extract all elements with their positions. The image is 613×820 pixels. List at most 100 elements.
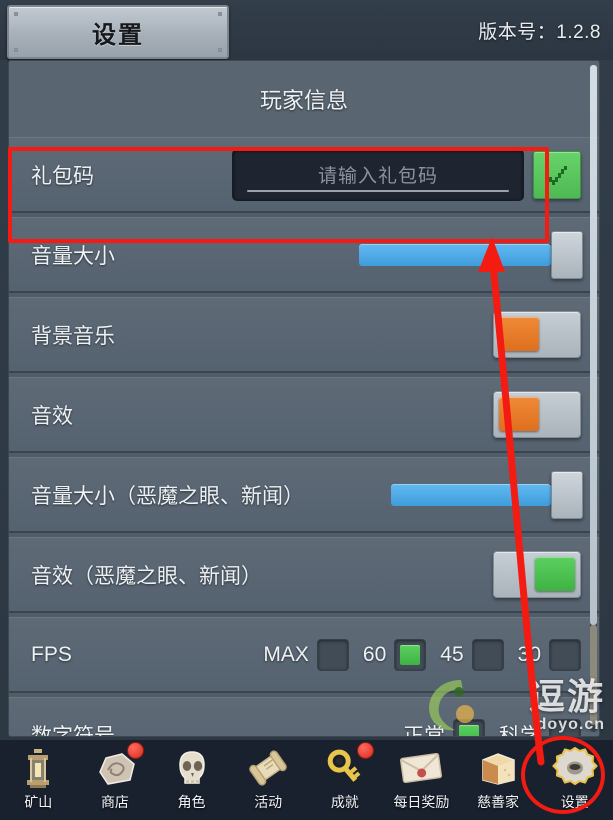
- nav-item-philanthropist[interactable]: 慈善家: [460, 740, 537, 820]
- fps-option-label: 30: [517, 642, 541, 666]
- fps-option-label: MAX: [263, 642, 309, 666]
- gift-code-confirm-button[interactable]: [533, 150, 581, 199]
- settings-screen: 设置 版本号：1.2.8 玩家信息 礼包码 请输入礼包码 音量大小 背景音乐 音…: [0, 0, 613, 820]
- bgm-toggle[interactable]: [493, 311, 581, 358]
- fps-checkbox-60[interactable]: [394, 638, 427, 671]
- lantern-icon: [13, 744, 63, 792]
- key-icon: [320, 744, 370, 792]
- slider-fill: [359, 243, 551, 266]
- toggle-knob: [499, 397, 539, 431]
- tab-settings[interactable]: 设置: [7, 5, 229, 59]
- row-label-fps: FPS: [31, 642, 72, 666]
- row-label-bgm: 背景音乐: [31, 324, 115, 348]
- check-mark-icon: [400, 644, 421, 665]
- slider-handle[interactable]: [551, 470, 583, 519]
- nav-item-mine[interactable]: 矿山: [0, 740, 77, 820]
- rivet-icon: [14, 12, 18, 16]
- row-control-bgm: [493, 311, 581, 358]
- volume-slider[interactable]: [359, 230, 583, 279]
- bread-icon: [473, 744, 523, 792]
- nav-label-shop: 商店: [100, 794, 129, 810]
- slider-handle[interactable]: [551, 230, 583, 279]
- nav-label-activity: 活动: [254, 794, 283, 810]
- sfx-toggle[interactable]: [493, 391, 581, 438]
- fps-option-30[interactable]: 30: [517, 638, 581, 671]
- nav-item-character[interactable]: 角色: [153, 740, 230, 820]
- fps-checkbox-max[interactable]: [316, 638, 349, 671]
- fps-checkbox-45[interactable]: [471, 638, 504, 671]
- bottom-nav: 矿山 商店 角色 活动 成就 每日奖励 慈善家 设置: [0, 740, 613, 820]
- nav-label-daily-reward: 每日奖励: [393, 794, 450, 810]
- toggle-knob: [535, 557, 575, 591]
- row-label-sfx: 音效: [31, 404, 73, 428]
- nav-label-character: 角色: [177, 794, 206, 810]
- version-text: 版本号：1.2.8: [478, 22, 601, 43]
- row-label-volume-demon-eye-news: 音量大小（恶魔之眼、新闻）: [31, 484, 304, 508]
- nav-item-activity[interactable]: 活动: [230, 740, 307, 820]
- nav-item-shop[interactable]: 商店: [77, 740, 154, 820]
- skull-icon: [167, 744, 217, 792]
- row-control-volume: [359, 230, 583, 279]
- sfx-demon-eye-news-toggle[interactable]: [493, 551, 581, 598]
- row-control-sfx: [493, 391, 581, 438]
- rock-icon: [90, 744, 140, 792]
- nav-item-settings[interactable]: 设置: [536, 740, 613, 820]
- row-label-number-format: 数字符号: [31, 724, 115, 737]
- check-icon: [546, 165, 567, 185]
- number-format-option-label: 科学: [499, 724, 541, 737]
- gift-code-placeholder: 请输入礼包码: [317, 166, 438, 187]
- toggle-knob: [499, 317, 539, 351]
- fps-option-label: 45: [440, 642, 464, 666]
- number-format-checkbox-normal[interactable]: [453, 718, 485, 736]
- row-volume-demon-eye-news[interactable]: 音量大小（恶魔之眼、新闻）: [9, 457, 599, 533]
- number-format-option-normal[interactable]: 正常: [403, 718, 485, 737]
- settings-rows: 礼包码 请输入礼包码 音量大小 背景音乐 音效 音量大小（恶魔之眼、新闻） 音效…: [9, 137, 599, 737]
- slider-fill: [391, 483, 551, 506]
- gift-code-input[interactable]: 请输入礼包码: [232, 148, 524, 201]
- row-control-fps: MAX 60 45 30: [263, 638, 581, 671]
- fps-option-max[interactable]: MAX: [263, 638, 349, 671]
- number-format-option-scientific[interactable]: 科学: [499, 718, 581, 737]
- input-underline: [247, 189, 509, 192]
- fps-option-45[interactable]: 45: [440, 638, 504, 671]
- row-sfx-demon-eye-news[interactable]: 音效（恶魔之眼、新闻）: [9, 537, 599, 613]
- settings-panel: 玩家信息 礼包码 请输入礼包码 音量大小 背景音乐 音效 音量大小（恶魔之眼、新…: [8, 60, 600, 737]
- fps-checkbox-30[interactable]: [549, 638, 581, 671]
- number-format-checkbox-scientific[interactable]: [549, 718, 581, 736]
- row-control-sfx-demon-eye-news: [493, 551, 581, 598]
- scrollbar-thumb[interactable]: [590, 65, 597, 625]
- row-control-volume-demon-eye-news: [391, 470, 583, 519]
- gear-icon: [550, 744, 600, 792]
- check-mark-icon: [459, 724, 479, 736]
- rivet-icon: [218, 48, 222, 52]
- number-format-option-label: 正常: [403, 724, 445, 737]
- row-sfx[interactable]: 音效: [9, 377, 599, 453]
- scroll-icon: [243, 744, 293, 792]
- row-fps[interactable]: FPS MAX 60 45 30: [9, 617, 599, 693]
- row-control-gift-code: 请输入礼包码: [232, 148, 581, 201]
- row-label-gift-code: 礼包码: [31, 164, 94, 188]
- nav-label-philanthropist: 慈善家: [477, 794, 520, 810]
- row-control-number-format: 正常 科学: [403, 718, 581, 737]
- nav-item-daily-reward[interactable]: 每日奖励: [383, 740, 460, 820]
- panel-scrollbar[interactable]: [590, 65, 597, 732]
- row-label-sfx-demon-eye-news: 音效（恶魔之眼、新闻）: [31, 564, 262, 588]
- nav-label-mine: 矿山: [24, 794, 53, 810]
- fps-option-label: 60: [362, 642, 387, 666]
- envelope-icon: [396, 744, 446, 792]
- nav-item-achievement[interactable]: 成就: [307, 740, 384, 820]
- scrollbar-thumb-lower[interactable]: [590, 625, 597, 725]
- fps-checkbox-group: MAX 60 45 30: [263, 638, 581, 671]
- fps-option-60[interactable]: 60: [362, 638, 427, 671]
- row-bgm[interactable]: 背景音乐: [9, 297, 599, 373]
- row-number-format[interactable]: 数字符号 正常 科学: [9, 697, 599, 737]
- rivet-icon: [14, 48, 18, 52]
- header: 设置 版本号：1.2.8: [0, 0, 613, 60]
- number-format-checkbox-group: 正常 科学: [403, 718, 581, 737]
- tab-settings-label: 设置: [92, 21, 144, 49]
- rivet-icon: [218, 12, 222, 16]
- row-volume[interactable]: 音量大小: [9, 217, 599, 293]
- section-title: 玩家信息: [9, 61, 599, 137]
- volume-demon-eye-news-slider[interactable]: [391, 470, 583, 519]
- row-gift-code[interactable]: 礼包码 请输入礼包码: [9, 137, 599, 213]
